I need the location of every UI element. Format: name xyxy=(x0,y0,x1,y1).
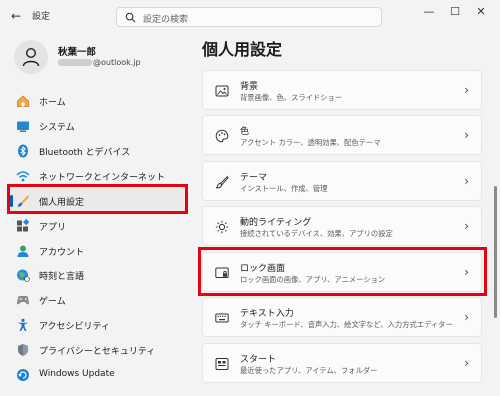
sidebar-item-label: Bluetooth とデバイス xyxy=(39,148,131,158)
chevron-right-icon: › xyxy=(464,219,469,233)
title-bar: ← 設定 設定の検索 — ☐ ✕ xyxy=(0,0,500,32)
background-image-icon xyxy=(215,85,229,97)
sidebar-item-label: アカウント xyxy=(39,248,85,258)
page-title: 個人用設定 xyxy=(202,40,283,59)
maximize-icon[interactable]: ☐ xyxy=(444,4,466,20)
accessibility-icon xyxy=(17,318,29,331)
system-icon xyxy=(17,121,29,132)
search-placeholder: 設定の検索 xyxy=(143,15,189,25)
sidebar-item-privacy[interactable]: プライバシーとセキュリティ xyxy=(8,337,188,363)
chevron-right-icon: › xyxy=(464,128,469,142)
card-subtitle: アクセント カラー、透明効果、配色テーマ xyxy=(240,138,381,147)
chevron-right-icon: › xyxy=(464,83,469,97)
bluetooth-icon xyxy=(18,144,28,158)
palette-icon xyxy=(215,129,229,143)
card-title: テキスト入力 xyxy=(240,309,294,319)
time-language-icon xyxy=(17,269,30,282)
chevron-right-icon: › xyxy=(464,174,469,188)
user-name: 秋葉一郎 xyxy=(58,47,97,58)
close-icon[interactable]: ✕ xyxy=(470,4,492,20)
card-text-input[interactable]: テキスト入力 タッチ キーボード、音声入力、絵文字など、入力方式エディター › xyxy=(202,297,482,337)
sidebar-item-label: 時刻と言語 xyxy=(39,272,85,282)
card-title: 動的ライティング xyxy=(240,218,312,228)
card-subtitle: 背景画像、色、スライドショー xyxy=(240,93,343,102)
card-title: 背景 xyxy=(240,82,259,92)
back-arrow-icon[interactable]: ← xyxy=(8,8,24,24)
start-menu-icon xyxy=(215,358,229,370)
sidebar-item-label: ホーム xyxy=(39,98,66,108)
chevron-right-icon: › xyxy=(464,356,469,370)
apps-icon xyxy=(17,219,30,232)
account-icon xyxy=(17,245,29,257)
card-subtitle: インストール、作成、管理 xyxy=(240,184,328,193)
card-subtitle: 接続されているデバイス、効果、アプリの設定 xyxy=(240,229,393,238)
brush-icon xyxy=(216,175,229,189)
sidebar-item-time-language[interactable]: 時刻と言語 xyxy=(8,262,188,288)
search-box[interactable]: 設定の検索 xyxy=(116,7,382,27)
redacted-block xyxy=(58,59,92,66)
windows-update-icon xyxy=(17,369,29,381)
card-background[interactable]: 背景 背景画像、色、スライドショー › xyxy=(202,70,482,110)
sidebar-item-gaming[interactable]: ゲーム xyxy=(8,287,188,313)
app-title: 設定 xyxy=(32,12,51,22)
sidebar-item-windows-update[interactable]: Windows Update xyxy=(8,362,188,388)
sidebar-item-accounts[interactable]: アカウント xyxy=(8,238,188,264)
sidebar-item-system[interactable]: システム xyxy=(8,113,188,139)
chevron-right-icon: › xyxy=(464,310,469,324)
highlight-box-lock-screen xyxy=(198,247,487,296)
sidebar-item-label: アクセシビリティ xyxy=(39,322,111,332)
card-colors[interactable]: 色 アクセント カラー、透明効果、配色テーマ › xyxy=(202,115,482,155)
dynamic-lighting-icon xyxy=(215,220,229,234)
card-title: テーマ xyxy=(240,173,268,183)
card-subtitle: 最近使ったアプリ、アイテム、フォルダー xyxy=(240,366,378,375)
sidebar-item-accessibility[interactable]: アクセシビリティ xyxy=(8,312,188,338)
sidebar-item-bluetooth[interactable]: Bluetooth とデバイス xyxy=(8,138,188,164)
sidebar-item-apps[interactable]: アプリ xyxy=(8,213,188,239)
person-icon xyxy=(22,47,40,67)
sidebar-item-label: Windows Update xyxy=(39,369,115,379)
privacy-shield-icon xyxy=(18,344,28,356)
card-dynamic-lighting[interactable]: 動的ライティング 接続されているデバイス、効果、アプリの設定 › xyxy=(202,206,482,246)
avatar[interactable] xyxy=(14,40,48,74)
network-icon xyxy=(16,171,30,182)
minimize-icon[interactable]: — xyxy=(418,4,440,20)
home-icon xyxy=(17,95,29,107)
keyboard-icon xyxy=(215,313,229,323)
highlight-box-personalization xyxy=(7,184,188,214)
sidebar-item-home[interactable]: ホーム xyxy=(8,88,188,114)
user-email-domain: @outlook.jp xyxy=(93,58,141,67)
gaming-icon xyxy=(17,296,29,305)
card-title: スタート xyxy=(240,355,277,365)
sidebar-item-label: ネットワークとインターネット xyxy=(39,173,166,183)
sidebar-item-label: プライバシーとセキュリティ xyxy=(39,347,156,357)
sidebar-item-label: アプリ xyxy=(39,223,67,233)
sidebar-item-label: ゲーム xyxy=(39,297,66,307)
sidebar-item-label: システム xyxy=(39,123,75,133)
scrollbar[interactable] xyxy=(494,186,497,318)
card-themes[interactable]: テーマ インストール、作成、管理 › xyxy=(202,161,482,201)
card-start[interactable]: スタート 最近使ったアプリ、アイテム、フォルダー › xyxy=(202,343,482,383)
card-title: 色 xyxy=(240,127,250,137)
card-subtitle: タッチ キーボード、音声入力、絵文字など、入力方式エディター xyxy=(240,320,453,329)
user-email: @outlook.jp xyxy=(58,58,141,67)
search-icon xyxy=(125,12,136,23)
